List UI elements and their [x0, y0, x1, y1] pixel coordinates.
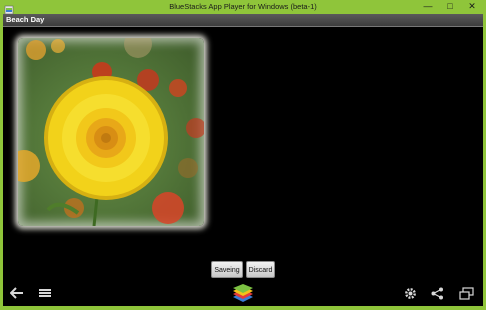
bluestacks-window: BlueStacks App Player for Windows (beta-… — [0, 0, 486, 310]
maximize-icon[interactable]: □ — [442, 1, 458, 12]
window-toggle-icon[interactable] — [459, 287, 474, 300]
flower-image — [18, 38, 204, 226]
menu-icon[interactable] — [39, 287, 51, 299]
close-icon[interactable]: ✕ — [462, 1, 482, 12]
minimize-icon[interactable]: — — [420, 1, 436, 12]
flower-photo[interactable] — [18, 38, 204, 226]
share-icon[interactable] — [431, 287, 444, 300]
back-arrow-icon[interactable] — [10, 287, 24, 299]
navigation-bar — [3, 283, 483, 306]
settings-gear-icon[interactable] — [404, 287, 417, 300]
discard-button[interactable]: Discard — [246, 261, 275, 278]
action-bar: Beach Day — [3, 14, 483, 27]
saving-button[interactable]: Saveing — [211, 261, 243, 278]
window-title: BlueStacks App Player for Windows (beta-… — [169, 2, 317, 11]
android-screen: Beach Day Saveing Discard — [3, 14, 483, 306]
title-bar: BlueStacks App Player for Windows (beta-… — [0, 0, 486, 15]
bluestacks-logo-icon[interactable] — [231, 284, 255, 304]
page-title: Beach Day — [6, 15, 45, 24]
